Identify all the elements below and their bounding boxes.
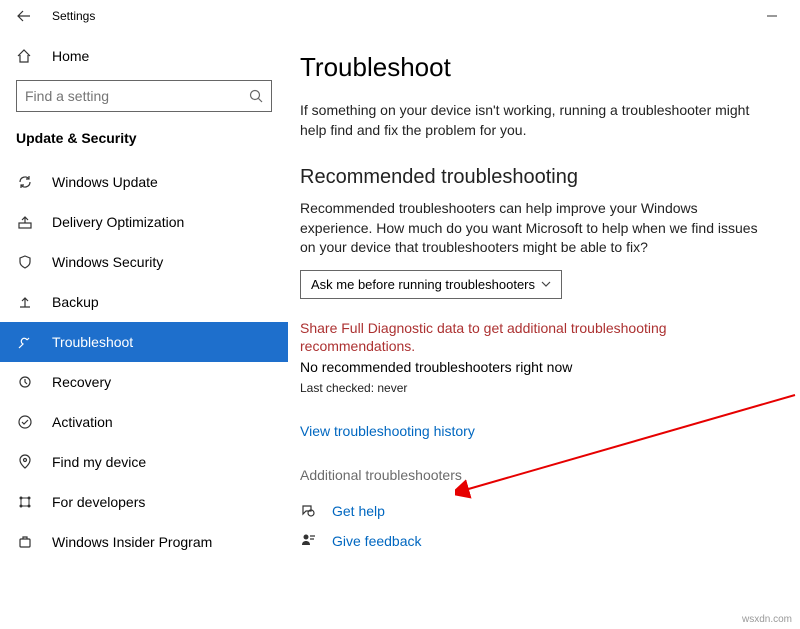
delivery-icon bbox=[16, 214, 34, 230]
watermark: wsxdn.com bbox=[742, 614, 792, 625]
home-link[interactable]: Home bbox=[16, 40, 272, 72]
nav-activation[interactable]: Activation bbox=[16, 402, 272, 442]
nav-backup[interactable]: Backup bbox=[16, 282, 272, 322]
diagnostic-warning: Share Full Diagnostic data to get additi… bbox=[300, 319, 770, 355]
nav-label: Troubleshoot bbox=[52, 334, 133, 350]
nav-label: Find my device bbox=[52, 454, 146, 470]
titlebar: Settings bbox=[0, 0, 800, 32]
nav-find-my-device[interactable]: Find my device bbox=[16, 442, 272, 482]
intro-text: If something on your device isn't workin… bbox=[300, 101, 770, 140]
main-content: Troubleshoot If something on your device… bbox=[288, 32, 800, 629]
sidebar: Home Update & Security Windows Update De… bbox=[0, 32, 288, 629]
recommended-heading: Recommended troubleshooting bbox=[300, 166, 770, 189]
nav-windows-insider[interactable]: Windows Insider Program bbox=[16, 522, 272, 562]
nav-label: Windows Security bbox=[52, 254, 163, 270]
nav-label: Backup bbox=[52, 294, 99, 310]
search-box[interactable] bbox=[16, 80, 272, 112]
section-header: Update & Security bbox=[16, 130, 272, 146]
check-circle-icon bbox=[16, 414, 34, 430]
home-icon bbox=[16, 48, 32, 64]
history-link[interactable]: View troubleshooting history bbox=[300, 423, 475, 439]
get-help-row[interactable]: Get help bbox=[300, 503, 770, 519]
dropdown-value: Ask me before running troubleshooters bbox=[311, 277, 535, 292]
page-title: Troubleshoot bbox=[300, 52, 770, 83]
nav-label: Delivery Optimization bbox=[52, 214, 184, 230]
window-title: Settings bbox=[52, 9, 95, 23]
home-label: Home bbox=[52, 48, 89, 64]
nav-label: Activation bbox=[52, 414, 113, 430]
feedback-link: Give feedback bbox=[332, 533, 422, 549]
last-checked: Last checked: never bbox=[300, 381, 770, 395]
search-icon bbox=[249, 89, 263, 103]
nav-windows-security[interactable]: Windows Security bbox=[16, 242, 272, 282]
recommended-body: Recommended troubleshooters can help imp… bbox=[300, 199, 770, 258]
nav-list: Windows Update Delivery Optimization Win… bbox=[16, 162, 272, 562]
minimize-button[interactable] bbox=[752, 0, 792, 32]
nav-windows-update[interactable]: Windows Update bbox=[16, 162, 272, 202]
backup-icon bbox=[16, 294, 34, 310]
recovery-icon bbox=[16, 374, 34, 390]
nav-label: Windows Insider Program bbox=[52, 534, 212, 550]
nav-troubleshoot[interactable]: Troubleshoot bbox=[0, 322, 288, 362]
insider-icon bbox=[16, 534, 34, 550]
nav-recovery[interactable]: Recovery bbox=[16, 362, 272, 402]
shield-icon bbox=[16, 254, 34, 270]
additional-troubleshooters[interactable]: Additional troubleshooters bbox=[300, 467, 770, 483]
arrow-left-icon bbox=[17, 9, 31, 23]
search-input[interactable] bbox=[25, 88, 249, 104]
troubleshoot-preference-dropdown[interactable]: Ask me before running troubleshooters bbox=[300, 270, 562, 299]
nav-label: Windows Update bbox=[52, 174, 158, 190]
status-text: No recommended troubleshooters right now bbox=[300, 359, 770, 375]
nav-for-developers[interactable]: For developers bbox=[16, 482, 272, 522]
feedback-icon bbox=[300, 533, 318, 549]
feedback-row[interactable]: Give feedback bbox=[300, 533, 770, 549]
developers-icon bbox=[16, 494, 34, 510]
sync-icon bbox=[16, 174, 34, 190]
chat-icon bbox=[300, 503, 318, 519]
nav-delivery-optimization[interactable]: Delivery Optimization bbox=[16, 202, 272, 242]
minimize-icon bbox=[767, 11, 777, 21]
nav-label: Recovery bbox=[52, 374, 111, 390]
get-help-link: Get help bbox=[332, 503, 385, 519]
nav-label: For developers bbox=[52, 494, 145, 510]
location-icon bbox=[16, 454, 34, 470]
wrench-icon bbox=[16, 334, 34, 350]
back-button[interactable] bbox=[8, 0, 40, 32]
chevron-down-icon bbox=[541, 281, 551, 287]
